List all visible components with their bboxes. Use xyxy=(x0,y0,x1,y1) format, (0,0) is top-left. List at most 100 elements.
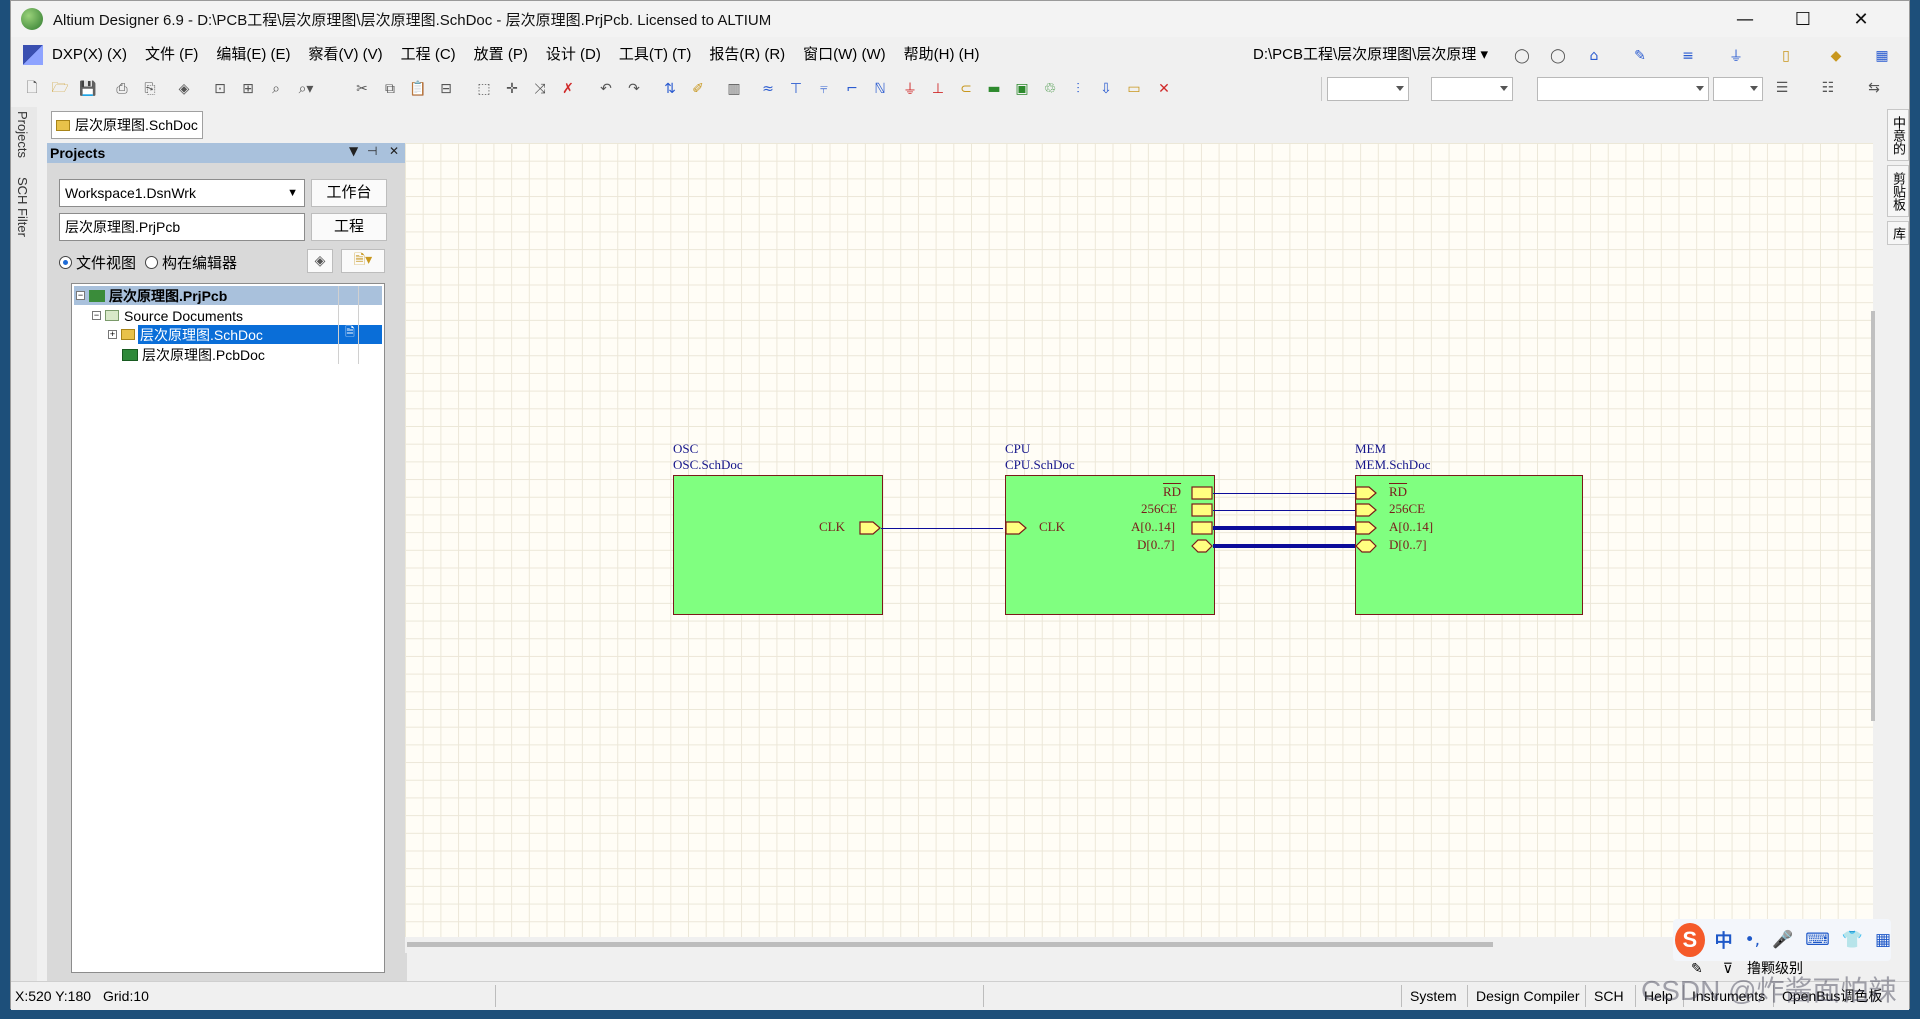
minimize-button[interactable]: — xyxy=(1716,1,1774,37)
workspace-button[interactable]: 工作台 xyxy=(311,179,387,207)
maximize-button[interactable]: ☐ xyxy=(1774,1,1832,37)
workspace-select[interactable]: Workspace1.DsnWrk ▼ xyxy=(59,179,305,207)
sheet-entry-icon[interactable]: ▣ xyxy=(1011,78,1033,100)
close-button[interactable]: ✕ xyxy=(1832,1,1890,37)
horizontal-scroll-thumb[interactable] xyxy=(407,942,1493,947)
tab-favorites[interactable]: 中意的 xyxy=(1887,109,1909,161)
undo-icon[interactable]: ↶ xyxy=(595,78,617,100)
zoom-area-icon[interactable]: ⊞ xyxy=(237,78,259,100)
align-icon[interactable]: ⇆ xyxy=(1863,77,1885,99)
cpu-entry-d[interactable] xyxy=(1191,539,1213,553)
status-tab-sch[interactable]: SCH xyxy=(1585,985,1632,1007)
add-document-icon[interactable]: 🗎▾ xyxy=(341,249,385,273)
mem-entry-d[interactable] xyxy=(1355,539,1377,553)
status-tab-design-compiler[interactable]: Design Compiler xyxy=(1467,985,1587,1007)
toolbar-combo-4[interactable] xyxy=(1713,77,1763,101)
toolbar-combo-2[interactable] xyxy=(1431,77,1513,101)
rubber-stamp-icon[interactable]: ⊟ xyxy=(435,78,457,100)
tree-folder-row[interactable]: − Source Documents xyxy=(92,306,243,325)
open-device-icon[interactable]: ◈ xyxy=(173,78,195,100)
print-icon[interactable]: ⎙ xyxy=(111,78,133,100)
gnd-port-icon[interactable]: ⏚ xyxy=(899,78,921,100)
path-selector[interactable]: D:\PCB工程\层次原理图\层次原理 ▾ xyxy=(1253,43,1488,67)
net-label-icon[interactable]: ℕ xyxy=(869,78,891,100)
menu-window[interactable]: 窗口(W) (W) xyxy=(794,42,894,68)
redo-icon[interactable]: ↷ xyxy=(623,78,645,100)
place-bus-icon[interactable]: ⊤ xyxy=(785,78,807,100)
vcc-port-icon[interactable]: ⊥ xyxy=(927,78,949,100)
toolbar-combo-1[interactable] xyxy=(1327,77,1409,101)
tab-projects[interactable]: Projects xyxy=(15,111,30,158)
sheet-symbol-icon[interactable]: ▬ xyxy=(983,78,1005,100)
menu-dxp[interactable]: DXP(X) (X) xyxy=(43,42,136,68)
line-style-icon[interactable]: ☷ xyxy=(1817,77,1839,99)
grid-icon[interactable]: ▦ xyxy=(1871,45,1893,67)
clear-filter-icon[interactable]: ✗ xyxy=(557,78,579,100)
toolbox-icon[interactable]: ▦ xyxy=(1875,930,1891,950)
project-field[interactable]: 层次原理图.PrjPcb xyxy=(59,213,305,241)
osc-sheet-symbol[interactable] xyxy=(673,475,883,615)
bus-entry-icon[interactable]: ⫧ xyxy=(813,78,835,100)
bus-tool-icon[interactable]: ≡ xyxy=(1677,45,1699,67)
place-port-icon[interactable]: ▭ xyxy=(1123,78,1145,100)
cpu-entry-256ce[interactable] xyxy=(1191,503,1213,517)
tree-project-row[interactable]: − 层次原理图.PrjPcb xyxy=(76,286,227,305)
panel-menu-icon[interactable]: ▼ xyxy=(349,144,358,158)
nav-forward-icon[interactable]: ◯ xyxy=(1547,45,1569,67)
line-width-icon[interactable]: ☰ xyxy=(1771,77,1793,99)
part-icon[interactable]: ▯ xyxy=(1775,45,1797,67)
hierarchy-icon[interactable]: ⇅ xyxy=(659,78,681,100)
print-preview-icon[interactable]: ⎘ xyxy=(139,78,161,100)
signal-harness-icon[interactable]: ⌐ xyxy=(841,78,863,100)
menu-view[interactable]: 察看(V) (V) xyxy=(300,42,392,68)
menu-design[interactable]: 设计 (D) xyxy=(537,42,610,68)
tab-sch-filter[interactable]: SCH Filter xyxy=(15,177,30,237)
library-icon[interactable]: ▥ xyxy=(723,78,745,100)
cpu-entry-rd[interactable] xyxy=(1191,486,1213,500)
tree-pcbdoc-row[interactable]: 层次原理图.PcbDoc xyxy=(122,345,265,364)
dxp-icon[interactable] xyxy=(23,45,43,65)
open-icon[interactable]: 🗁 xyxy=(49,78,71,100)
status-tab-system[interactable]: System xyxy=(1401,985,1465,1007)
place-wire-icon[interactable]: ≈ xyxy=(757,78,779,100)
no-erc-icon[interactable]: ✕ xyxy=(1153,78,1175,100)
document-tab[interactable]: 层次原理图.SchDoc xyxy=(51,111,203,139)
cross-probe-icon[interactable]: ✐ xyxy=(687,78,709,100)
mem-entry-256ce[interactable] xyxy=(1355,503,1377,517)
microphone-icon[interactable]: 🎤 xyxy=(1772,930,1793,950)
menu-edit[interactable]: 编辑(E) (E) xyxy=(207,42,299,68)
collapse-icon[interactable]: − xyxy=(92,311,101,320)
move-icon[interactable]: ✛ xyxy=(501,78,523,100)
osc-entry-clk[interactable] xyxy=(859,521,881,535)
cpu-entry-clk[interactable] xyxy=(1005,521,1027,535)
project-button[interactable]: 工程 xyxy=(311,213,387,241)
home-icon[interactable]: ⌂ xyxy=(1583,45,1605,67)
menu-file[interactable]: 文件 (F) xyxy=(136,42,207,68)
radio-structure-editor[interactable]: 构在编辑器 xyxy=(145,252,237,273)
harness-entry-icon[interactable]: ⇩ xyxy=(1095,78,1117,100)
horizontal-scrollbar[interactable] xyxy=(405,937,1873,953)
ime-toolbar[interactable]: S 中 •, 🎤 ⌨ 👕 ▦ xyxy=(1673,919,1891,961)
tab-library[interactable]: 库 xyxy=(1887,221,1909,245)
radio-file-view[interactable]: 文件视图 xyxy=(59,252,136,273)
filter-icon[interactable]: ⌕▾ xyxy=(295,78,317,100)
cut-icon[interactable]: ✂ xyxy=(351,78,373,100)
device-sheet-icon[interactable]: ♲ xyxy=(1039,78,1061,100)
keyboard-icon[interactable]: ⌨ xyxy=(1805,930,1830,950)
ime-mode[interactable]: 中 xyxy=(1715,927,1733,953)
place-part-icon[interactable]: ⊂ xyxy=(955,78,977,100)
select-area-icon[interactable]: ⬚ xyxy=(473,78,495,100)
panel-close-icon[interactable]: ✕ xyxy=(389,144,399,158)
vertical-scrollbar[interactable] xyxy=(1871,311,1875,721)
tree-schdoc-row[interactable]: + 层次原理图.SchDoc xyxy=(108,325,263,344)
collapse-icon[interactable]: − xyxy=(76,291,85,300)
paste-icon[interactable]: 📋 xyxy=(407,78,429,100)
save-icon[interactable]: 💾 xyxy=(77,78,99,100)
ground-icon[interactable]: ⏚ xyxy=(1725,45,1747,67)
harness-connector-icon[interactable]: ⫶ xyxy=(1067,78,1089,100)
project-options-icon[interactable]: ◈ xyxy=(307,249,333,273)
menu-tools[interactable]: 工具(T) (T) xyxy=(610,42,700,68)
port-icon[interactable]: ◆ xyxy=(1825,45,1847,67)
mem-entry-rd[interactable] xyxy=(1355,486,1377,500)
ime-punct[interactable]: •, xyxy=(1745,930,1760,950)
